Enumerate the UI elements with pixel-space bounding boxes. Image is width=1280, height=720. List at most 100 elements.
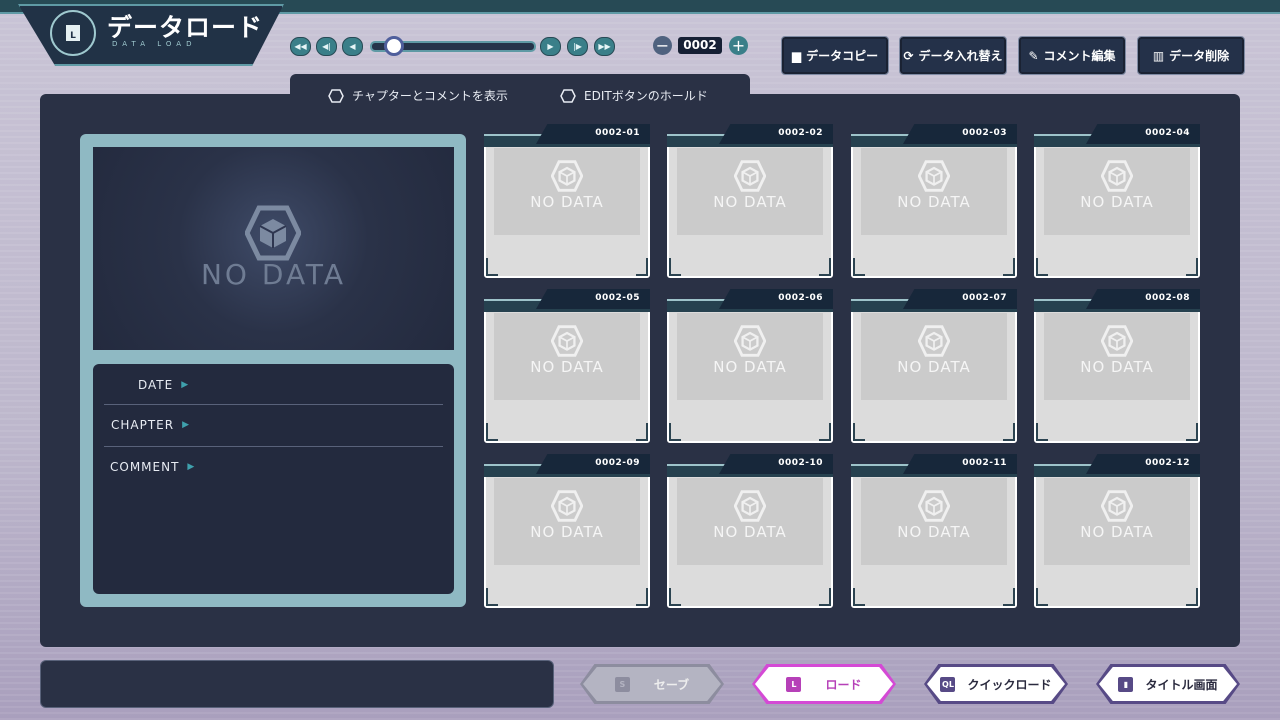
slot-tab: 0002-01	[536, 124, 650, 144]
empty-box-icon	[918, 160, 950, 192]
quickload-icon: QL	[940, 676, 956, 692]
skip-first-icon[interactable]: ◀◀	[290, 37, 311, 56]
preview-nodata: NO DATA	[200, 258, 347, 291]
divider	[104, 446, 443, 447]
slot-thumbnail	[494, 148, 640, 235]
slot-corner	[1186, 588, 1198, 606]
slot-tab: 0002-02	[719, 124, 833, 144]
data-copy-label: データコピー	[806, 49, 879, 63]
slot-thumbnail	[1044, 148, 1190, 235]
toggle-show-chapter-comment-label: チャプターとコメントを表示	[352, 89, 508, 103]
empty-box-icon	[245, 205, 301, 261]
slot-thumbnail	[1044, 478, 1190, 565]
nav-title-button[interactable]: ▮ タイトル画面	[1096, 664, 1240, 704]
slot-tab: 0002-07	[903, 289, 1017, 309]
data-delete-button[interactable]: ▥ データ削除	[1137, 36, 1245, 75]
hexagon-icon	[560, 88, 576, 103]
nav-quickload-label: クイックロード	[967, 677, 1052, 692]
nav-load-button[interactable]: L ロード	[752, 664, 896, 704]
slot-tab: 0002-10	[719, 454, 833, 474]
save-slot[interactable]: 0002-06 NO DATA	[667, 289, 833, 443]
page-subtitle: DATA LOAD	[112, 40, 197, 48]
slot-corner	[1036, 588, 1048, 606]
slot-corner	[1003, 588, 1015, 606]
arrow-right-icon: ▶	[187, 462, 196, 472]
empty-box-icon	[1101, 325, 1133, 357]
nav-save-button[interactable]: S セーブ	[580, 664, 724, 704]
slot-tab: 0002-05	[536, 289, 650, 309]
page-minus-button[interactable]: −	[653, 36, 672, 55]
empty-box-icon	[1101, 160, 1133, 192]
slot-thumbnail	[677, 313, 823, 400]
save-slot[interactable]: 0002-05 NO DATA	[484, 289, 650, 443]
slot-number: 0002-01	[595, 128, 640, 138]
slot-number: 0002-02	[778, 128, 823, 138]
slot-thumbnail	[677, 478, 823, 565]
slot-corner	[1186, 258, 1198, 276]
toggle-show-chapter-comment[interactable]: チャプターとコメントを表示	[328, 87, 508, 104]
slot-nodata: NO DATA	[1080, 358, 1154, 376]
date-label-text: DATE	[138, 378, 174, 392]
slot-number: 0002-12	[1145, 458, 1190, 468]
empty-box-icon	[918, 325, 950, 357]
slot-corner	[636, 258, 648, 276]
slot-corner	[669, 588, 681, 606]
slot-tab: 0002-12	[1086, 454, 1200, 474]
title-screen-icon: ▮	[1118, 676, 1134, 692]
pencil-icon: ✎	[1028, 48, 1039, 63]
save-slot[interactable]: 0002-07 NO DATA	[851, 289, 1017, 443]
save-slot[interactable]: 0002-03 NO DATA	[851, 124, 1017, 278]
load-icon: L	[786, 676, 802, 692]
slot-thumbnail	[494, 313, 640, 400]
step-back-icon[interactable]: ◀|	[316, 37, 337, 56]
save-slot[interactable]: 0002-11 NO DATA	[851, 454, 1017, 608]
prev-icon[interactable]: ◀	[342, 37, 363, 56]
slot-nodata: NO DATA	[530, 523, 604, 541]
save-slot[interactable]: 0002-08 NO DATA	[1034, 289, 1200, 443]
comment-label-text: COMMENT	[110, 460, 180, 474]
slot-tab: 0002-08	[1086, 289, 1200, 309]
save-slot[interactable]: 0002-10 NO DATA	[667, 454, 833, 608]
comment-edit-label: コメント編集	[1043, 49, 1116, 63]
data-swap-label: データ入れ替え	[918, 49, 1003, 63]
date-label: DATE ▶	[138, 378, 189, 392]
chapter-label-text: CHAPTER	[111, 418, 175, 432]
toggle-edit-hold[interactable]: EDITボタンのホールド	[560, 87, 708, 104]
slot-number: 0002-11	[962, 458, 1007, 468]
slot-number: 0002-08	[1145, 293, 1190, 303]
slot-nodata: NO DATA	[713, 358, 787, 376]
save-slot[interactable]: 0002-12 NO DATA	[1034, 454, 1200, 608]
slot-thumbnail	[861, 478, 1007, 565]
slot-corner	[486, 588, 498, 606]
empty-box-icon	[918, 490, 950, 522]
data-copy-button[interactable]: ▆ データコピー	[781, 36, 889, 75]
slot-corner	[1003, 423, 1015, 441]
nav-save-label: セーブ	[653, 677, 690, 692]
nav-quickload-button[interactable]: QL クイックロード	[924, 664, 1068, 704]
slot-number: 0002-07	[962, 293, 1007, 303]
page-plus-button[interactable]: +	[729, 36, 748, 55]
save-slot[interactable]: 0002-02 NO DATA	[667, 124, 833, 278]
slot-number: 0002-06	[778, 293, 823, 303]
step-forward-icon[interactable]: |▶	[567, 37, 588, 56]
slot-corner	[1003, 258, 1015, 276]
skip-last-icon[interactable]: ▶▶	[594, 37, 615, 56]
load-mode-icon: L	[50, 10, 96, 56]
comment-edit-button[interactable]: ✎ コメント編集	[1018, 36, 1126, 75]
nav-title-label: タイトル画面	[1145, 677, 1218, 692]
message-box	[40, 660, 554, 708]
slot-corner	[853, 423, 865, 441]
slot-tab: 0002-06	[719, 289, 833, 309]
save-slot[interactable]: 0002-01 NO DATA	[484, 124, 650, 278]
empty-box-icon	[551, 490, 583, 522]
trash-icon: ▥	[1152, 48, 1165, 63]
slot-nodata: NO DATA	[1080, 523, 1154, 541]
arrow-right-icon: ▶	[182, 420, 191, 430]
data-swap-button[interactable]: ⟳ データ入れ替え	[899, 36, 1007, 75]
save-slot[interactable]: 0002-09 NO DATA	[484, 454, 650, 608]
save-slot[interactable]: 0002-04 NO DATA	[1034, 124, 1200, 278]
next-icon[interactable]: ▶	[540, 37, 561, 56]
slot-number: 0002-09	[595, 458, 640, 468]
swap-icon: ⟳	[903, 48, 914, 63]
toggle-edit-hold-label: EDITボタンのホールド	[584, 89, 708, 103]
